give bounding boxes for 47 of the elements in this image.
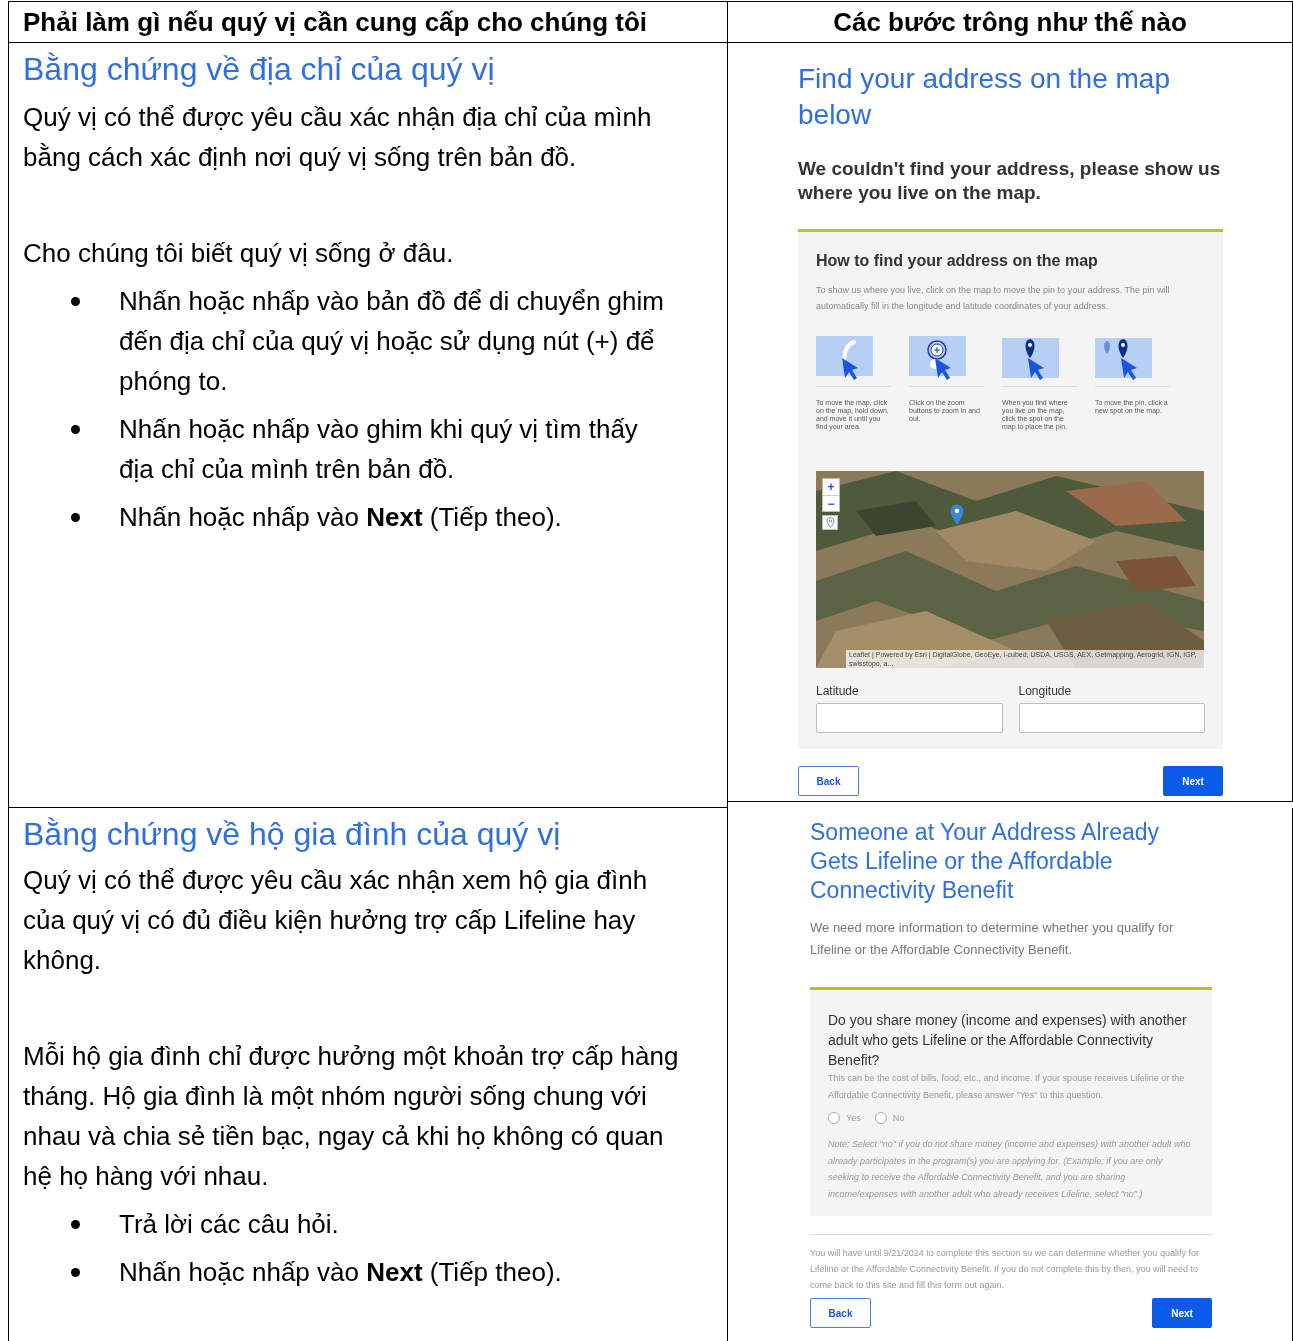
- field-label: Longitude: [1018, 684, 1073, 698]
- intro-text: We need more information to determine whether you qualify for Lifeline or the Affordable Connectivity Benefit.: [810, 919, 1175, 959]
- paragraph: Quý vị có thể được yêu cầu xác nhận xem hộ gia đình của quý vị có đủ điều kiện hưởng trợ cấp Lifeline hay không.: [23, 864, 649, 977]
- text-field[interactable]: [816, 703, 1003, 733]
- list-item: Nhấn hoặc nhấp vào ghim khi quý vị tìm thấy địa chỉ của mình trên bản đồ.: [119, 413, 639, 486]
- option-label: Yes: [846, 1113, 861, 1123]
- instruction-text: We couldn't find your address, please show us where you live on the map.: [798, 157, 1222, 205]
- radio-button[interactable]: [874, 1112, 887, 1124]
- list-item: Trả lời các câu hỏi.: [119, 1208, 340, 1241]
- hint-text: This can be the cost of bills, food, etc., and income. If your spouse receives Lifeline or the Affordable Connectivity Benefit, please answer "Yes" to this question.: [828, 1072, 1186, 1102]
- column-header: Phải làm gì nếu quý vị cần cung cấp cho chúng tôi: [9, 2, 728, 43]
- next-button[interactable]: Next: [1152, 1298, 1212, 1328]
- section-title: Bằng chứng về địa chỉ của quý vị: [23, 50, 496, 89]
- bullet-icon: [71, 425, 80, 434]
- bullet-icon: [71, 1268, 80, 1277]
- deadline-text: You will have until 9/21/2024 to complete this section so we can determine whether you qualify for Lifeline or the Affordable Connectivity Benefit. If you do not complete this by then, you will need to come back to this site and fill this form out again.: [810, 1247, 1200, 1292]
- list-item: Nhấn hoặc nhấp vào Next (Tiếp theo).: [119, 1256, 563, 1289]
- page-title: Someone at Your Address Already Gets Lifeline or the Affordable Connectivity Benefit: [810, 818, 1161, 905]
- back-button[interactable]: Back: [810, 1298, 871, 1328]
- step-illustration-icon: [1095, 336, 1152, 380]
- step-illustration-icon: [816, 336, 873, 380]
- map-marker-icon: [950, 504, 964, 526]
- map-pin-icon: [825, 517, 835, 528]
- help-title: How to find your address on the map: [816, 252, 1099, 270]
- bullet-icon: [71, 297, 80, 306]
- list-item: Nhấn hoặc nhấp vào Next (Tiếp theo).: [119, 501, 563, 534]
- locate-button[interactable]: [822, 515, 838, 530]
- help-text: To show us where you live, click on the map to move the pin to your address. The pin will automatically fill in the longitude and latitude coordinates of your address.: [816, 284, 1171, 313]
- radio-button[interactable]: [828, 1112, 840, 1124]
- option-label: No: [892, 1113, 905, 1123]
- next-button[interactable]: Next: [1163, 766, 1223, 796]
- field-label: Latitude: [816, 684, 860, 698]
- column-header: Các bước trông như thế nào: [728, 2, 1293, 43]
- bullet-icon: [71, 513, 80, 522]
- list-item: Nhấn hoặc nhấp vào bản đồ để di chuyển ghim đến địa chỉ của quý vị hoặc sử dụng nút (+) để phóng to.: [119, 285, 665, 398]
- paragraph: Mỗi hộ gia đình chỉ được hưởng một khoản trợ cấp hàng tháng. Hộ gia đình là một nhóm người sống chung với nhau và chia sẻ tiền bạc, ngay cả khi họ không có quan hệ họ hàng với nhau.: [23, 1040, 680, 1193]
- text-field[interactable]: [1018, 703, 1205, 733]
- paragraph: Cho chúng tôi biết quý vị sống ở đâu.: [23, 237, 455, 270]
- page-title: Find your address on the map below: [798, 62, 1171, 132]
- note-text: Note: Select "no" if you do not share money (income and expenses) with another adult who already participates in the program(s) you are applying for. (Example: if you are only seeking to receive the Affordable Connectivity Benefit, and you are sharing income/expenses with another adult who already receives Lifeline, select "no".): [828, 1138, 1192, 1201]
- back-button[interactable]: Back: [798, 766, 859, 796]
- bullet-icon: [71, 1220, 80, 1229]
- paragraph: Quý vị có thể được yêu cầu xác nhận địa chỉ của mình bằng cách xác định nơi quý vị sống trên bản đồ.: [23, 101, 653, 174]
- step-illustration-icon: [1002, 336, 1059, 380]
- section-title: Bằng chứng về hộ gia đình của quý vị: [23, 815, 562, 854]
- question-text: Do you share money (income and expenses) with another adult who gets Lifeline or the Affordable Connectivity Benefit?: [828, 1011, 1188, 1070]
- step-illustration-icon: [909, 336, 966, 380]
